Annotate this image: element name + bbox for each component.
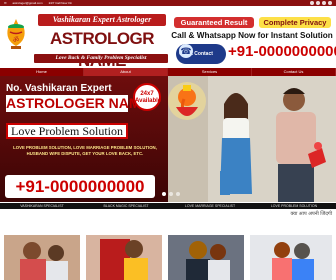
- hindi-marquee-text: क्या आप अपनी जिंदगी: [290, 211, 333, 217]
- header-tagline: Vashikaran Expert Astrologer: [38, 14, 166, 26]
- slider-dot[interactable]: [169, 192, 173, 196]
- phone-icon: ☎: [179, 44, 193, 58]
- nav-item-contact[interactable]: Contact Us: [252, 68, 336, 76]
- slider-dots: [162, 192, 180, 196]
- facebook-icon[interactable]: [310, 1, 314, 5]
- hero-description: LOVE PROBLEM SOLUTION, LOVE MARRIAGE PRO…: [13, 145, 157, 156]
- instagram-icon[interactable]: [322, 1, 326, 5]
- twitter-icon[interactable]: [316, 1, 320, 5]
- hours-text: 24/7 Call Now On: [48, 1, 73, 5]
- email-link[interactable]: astrologer@gmail.com: [13, 1, 43, 5]
- tile-black-magic[interactable]: BLACK MAGIC SPECIALIST: [84, 203, 168, 209]
- youtube-icon[interactable]: [328, 1, 332, 5]
- social-links: [310, 1, 332, 5]
- header-subtag: Love Back & Family Problem Specialist: [34, 54, 168, 63]
- quick-contact-button[interactable]: ☎ Quick Contact: [176, 44, 226, 64]
- hero-astrologer-name: ASTROLOGER NAME: [6, 95, 150, 112]
- tile-love-marriage[interactable]: LOVE MARRIAGE SPECIALIST: [168, 203, 252, 209]
- hero-slider: No. Vashikaran Expert ASTROLOGER NAME 24…: [0, 76, 336, 202]
- service-tiles: VASHIKARAN SPECIALIST BLACK MAGIC SPECIA…: [0, 203, 336, 209]
- mail-icon: ✉: [4, 1, 7, 5]
- hero-headline: Love Problem Solution: [6, 123, 128, 139]
- ganesha-image: [168, 82, 206, 120]
- service-photo-2[interactable]: [86, 235, 162, 280]
- site-header: ॐ Vashikaran Expert Astrologer ASTROLOGR…: [0, 6, 336, 70]
- call-whatsapp-text: Call & Whatsapp Now for Instant Solution: [171, 31, 333, 40]
- svg-text:ॐ: ॐ: [13, 36, 20, 44]
- header-phone-number[interactable]: +91-0000000000: [228, 43, 336, 60]
- availability-badge: 24x7 Available: [133, 83, 161, 111]
- tile-vashikaran[interactable]: VASHIKARAN SPECIALIST: [0, 203, 84, 209]
- nav-item-home[interactable]: Home: [0, 68, 84, 76]
- service-photo-1[interactable]: [4, 235, 80, 280]
- kalash-logo-icon[interactable]: ॐ: [3, 18, 29, 50]
- service-photo-3[interactable]: [168, 235, 244, 280]
- hero-phone-button[interactable]: +91-0000000000: [5, 175, 155, 198]
- main-nav: Home About Services Contact Us: [0, 68, 336, 76]
- guaranteed-result-badge: Guaranteed Result: [174, 17, 254, 28]
- service-photo-row: [0, 235, 336, 280]
- slider-dot[interactable]: [176, 192, 180, 196]
- brand-name[interactable]: ASTROLOGR NAME: [33, 28, 171, 70]
- hero-kicker: No. Vashikaran Expert: [6, 83, 112, 94]
- nav-item-about[interactable]: About: [84, 68, 168, 76]
- complete-privacy-badge: Complete Privacy: [259, 17, 331, 28]
- nav-item-services[interactable]: Services: [168, 68, 252, 76]
- service-photo-4[interactable]: [250, 235, 332, 280]
- slider-dot[interactable]: [162, 192, 166, 196]
- tile-love-problem[interactable]: LOVE PROBLEM SOLUTION: [252, 203, 336, 209]
